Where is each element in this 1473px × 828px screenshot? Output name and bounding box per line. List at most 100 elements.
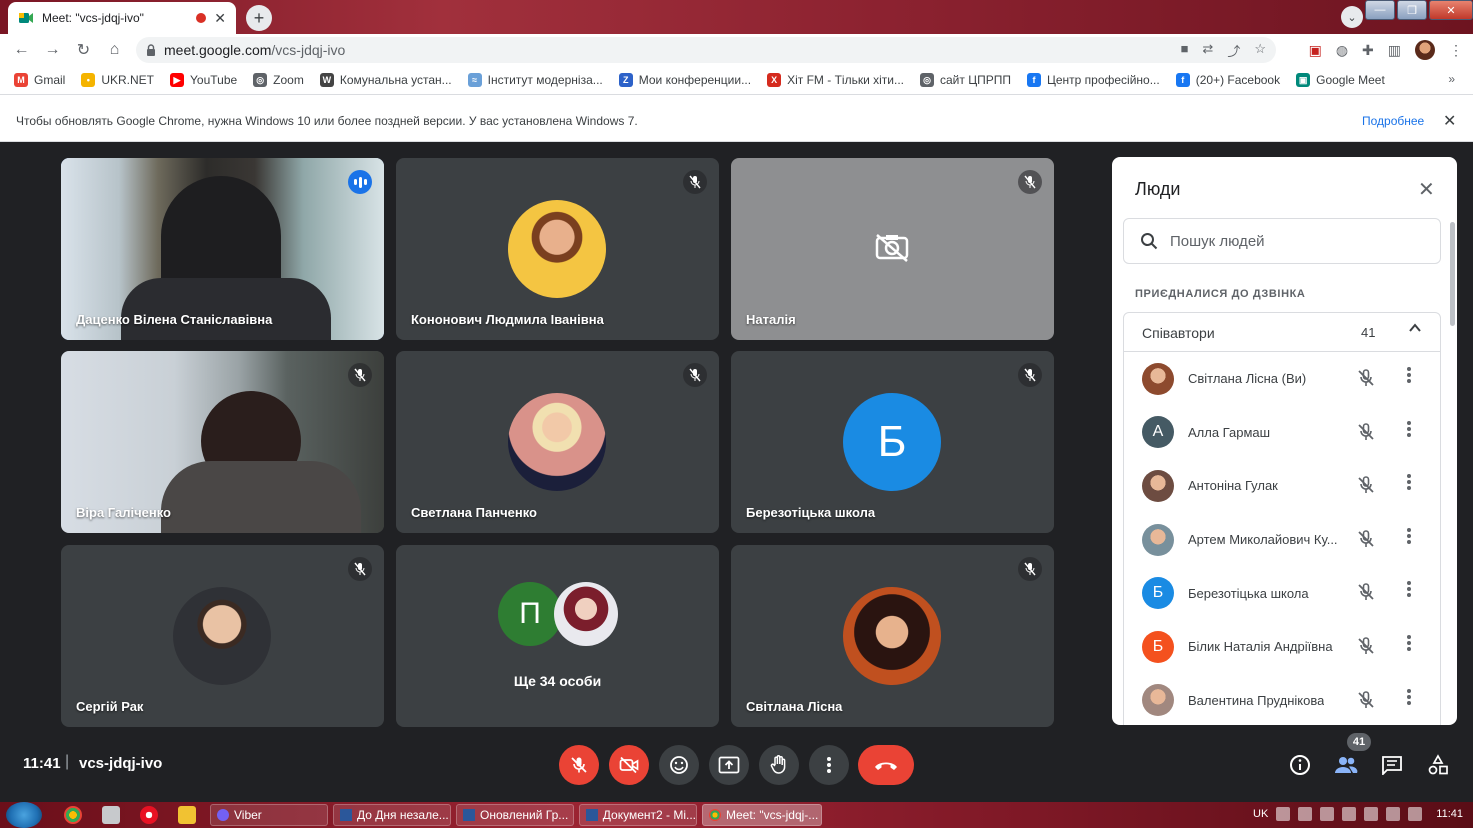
- bookmarks-overflow-icon[interactable]: »: [1448, 72, 1455, 86]
- people-button[interactable]: [1333, 752, 1359, 778]
- more-vert-icon[interactable]: [1406, 580, 1412, 603]
- infobar-learn-more-link[interactable]: Подробнее: [1362, 114, 1424, 128]
- people-search-input[interactable]: Пошук людей: [1123, 218, 1441, 264]
- forward-icon[interactable]: →: [37, 41, 68, 59]
- more-vert-icon[interactable]: [1406, 527, 1412, 550]
- reload-icon[interactable]: ↻: [68, 40, 99, 60]
- present-screen-button[interactable]: [709, 745, 749, 785]
- translate-icon[interactable]: ⇄: [1202, 41, 1213, 60]
- panel-close-icon[interactable]: ✕: [1418, 177, 1435, 202]
- chrome-menu-icon[interactable]: ⋮: [1449, 42, 1463, 59]
- tab-close-icon[interactable]: ✕: [214, 10, 226, 27]
- infobar-close-icon[interactable]: ✕: [1443, 111, 1456, 131]
- participant-tile[interactable]: Кононович Людмила Іванівна: [396, 158, 719, 340]
- tray-notes-icon[interactable]: [1320, 807, 1335, 821]
- side-panel-icon[interactable]: ▥: [1388, 42, 1401, 59]
- participant-tile[interactable]: Наталія: [731, 158, 1054, 340]
- panel-scrollbar[interactable]: [1450, 222, 1455, 326]
- bookmark-item[interactable]: M Gmail: [14, 73, 65, 87]
- contributors-group-header[interactable]: Співавтори 41: [1123, 312, 1441, 352]
- camera-toggle-button[interactable]: [609, 745, 649, 785]
- participant-tile[interactable]: Б Березотіцька школа: [731, 351, 1054, 533]
- more-vert-icon[interactable]: [1406, 420, 1412, 443]
- bookmark-item[interactable]: W Комунальна устан...: [319, 73, 452, 87]
- mic-off-icon[interactable]: [1356, 475, 1376, 500]
- taskbar-item[interactable]: Оновлений Гр...: [456, 804, 574, 826]
- explorer-taskbar-icon[interactable]: [178, 806, 196, 824]
- participant-row[interactable]: Валентина Пруднікова: [1124, 674, 1440, 725]
- mic-off-icon[interactable]: [1356, 690, 1376, 715]
- camera-in-use-icon[interactable]: ■: [1181, 41, 1189, 60]
- minimize-icon[interactable]: —: [1365, 0, 1395, 20]
- extension-icon[interactable]: ▣: [1309, 42, 1322, 59]
- start-button-icon[interactable]: [6, 802, 42, 828]
- maximize-icon[interactable]: ❐: [1397, 0, 1427, 20]
- more-vert-icon[interactable]: [1406, 473, 1412, 496]
- participant-row[interactable]: Артем Миколайович Ку...: [1124, 513, 1440, 567]
- chat-button[interactable]: [1379, 752, 1405, 778]
- tab-search-icon[interactable]: ⌄: [1341, 6, 1363, 28]
- bookmark-item[interactable]: ◎ Zoom: [253, 73, 304, 87]
- bookmark-item[interactable]: f (20+) Facebook: [1175, 73, 1280, 87]
- participant-row[interactable]: Світлана Лісна (Ви): [1124, 352, 1440, 406]
- tray-viber-icon[interactable]: [1298, 807, 1313, 821]
- tray-flag-icon[interactable]: [1408, 807, 1423, 821]
- participant-tile[interactable]: Сергій Рак: [61, 545, 384, 727]
- bookmark-item[interactable]: ▣ Google Meet: [1296, 73, 1385, 87]
- bookmark-star-icon[interactable]: ☆: [1254, 41, 1266, 60]
- more-vert-icon[interactable]: [1406, 634, 1412, 657]
- taskbar-item-active[interactable]: Meet: "vcs-jdqj-...: [702, 804, 822, 826]
- new-tab-button[interactable]: +: [246, 5, 272, 31]
- globe-extension-icon[interactable]: ◍: [1336, 42, 1348, 59]
- participant-tile[interactable]: Даценко Вілена Станіславівна: [61, 158, 384, 340]
- bookmark-item[interactable]: X Хіт FM - Тільки хіти...: [767, 73, 904, 87]
- chevron-up-icon[interactable]: [1408, 321, 1422, 338]
- profile-avatar[interactable]: [1415, 40, 1435, 60]
- participant-row[interactable]: Б Березотіцька школа: [1124, 566, 1440, 620]
- mic-toggle-button[interactable]: [559, 745, 599, 785]
- browser-tab[interactable]: Meet: "vcs-jdqj-ivo" ✕: [8, 2, 236, 34]
- tray-network-icon[interactable]: [1364, 807, 1379, 821]
- participant-tile[interactable]: Віра Галіченко: [61, 351, 384, 533]
- tray-chrome-icon[interactable]: [1342, 807, 1357, 821]
- more-vert-icon[interactable]: [1406, 688, 1412, 711]
- extensions-puzzle-icon[interactable]: ✚: [1362, 42, 1374, 59]
- taskbar-clock[interactable]: 11:41: [1436, 808, 1463, 820]
- bookmark-item[interactable]: Z Мои конференции...: [618, 73, 751, 87]
- mic-off-icon[interactable]: [1356, 422, 1376, 447]
- raise-hand-button[interactable]: [759, 745, 799, 785]
- back-icon[interactable]: ←: [6, 41, 37, 59]
- mic-off-icon[interactable]: [1356, 368, 1376, 393]
- taskbar-item[interactable]: Viber: [210, 804, 328, 826]
- home-icon[interactable]: ⌂: [99, 41, 130, 59]
- participant-tile[interactable]: Светлана Панченко: [396, 351, 719, 533]
- participant-tile-group[interactable]: П Ще 34 особи: [396, 545, 719, 727]
- taskbar-item[interactable]: Документ2 - Mi...: [579, 804, 697, 826]
- taskbar-item[interactable]: До Дня незале...: [333, 804, 451, 826]
- mic-off-icon[interactable]: [1356, 636, 1376, 661]
- more-vert-icon[interactable]: [1406, 366, 1412, 389]
- leave-call-button[interactable]: [858, 745, 914, 785]
- address-bar[interactable]: meet.google.com/vcs-jdqj-ivo ■ ⇄ ⤴ ☆: [136, 37, 1276, 63]
- bookmark-item[interactable]: ▶ YouTube: [170, 73, 237, 87]
- tray-volume-icon[interactable]: [1386, 807, 1401, 821]
- bookmark-item[interactable]: ≈ Інститут модерніза...: [467, 73, 603, 87]
- language-indicator[interactable]: UK: [1253, 808, 1268, 820]
- opera-taskbar-icon[interactable]: [140, 806, 158, 824]
- mic-off-icon[interactable]: [1356, 529, 1376, 554]
- app-taskbar-icon[interactable]: [102, 806, 120, 824]
- meeting-info-button[interactable]: [1287, 752, 1313, 778]
- tray-app-icon[interactable]: [1276, 807, 1291, 821]
- bookmark-item[interactable]: • UKR.NET: [81, 73, 154, 87]
- participant-row[interactable]: Б Білик Наталія Андріївна: [1124, 620, 1440, 674]
- participant-row[interactable]: Антоніна Гулак: [1124, 459, 1440, 513]
- share-icon[interactable]: ⤴: [1227, 41, 1240, 60]
- participant-tile[interactable]: Світлана Лісна: [731, 545, 1054, 727]
- more-options-button[interactable]: [809, 745, 849, 785]
- participant-row[interactable]: А Алла Гармаш: [1124, 406, 1440, 460]
- bookmark-item[interactable]: f Центр професійно...: [1026, 73, 1160, 87]
- reactions-button[interactable]: [659, 745, 699, 785]
- mic-off-icon[interactable]: [1356, 582, 1376, 607]
- activities-button[interactable]: [1425, 752, 1451, 778]
- window-close-icon[interactable]: ✕: [1429, 0, 1473, 20]
